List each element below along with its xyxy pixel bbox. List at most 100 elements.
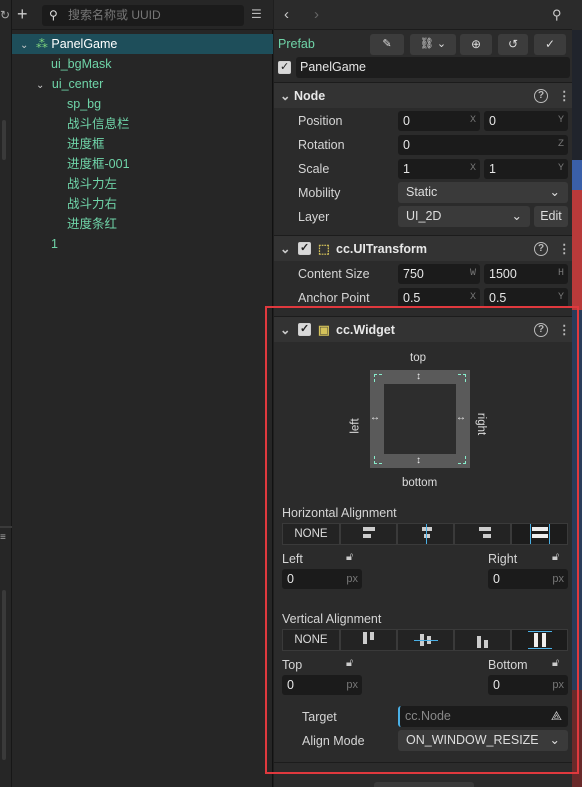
tree-item-power-right[interactable]: 战斗力右 bbox=[67, 194, 117, 214]
uitransform-enabled-checkbox[interactable]: ✓ bbox=[298, 242, 311, 255]
layer-label: Layer bbox=[298, 210, 330, 224]
edit-icon: ✎ bbox=[382, 38, 392, 50]
left-dock-strip: ↻ ≡ bbox=[0, 0, 12, 787]
content-width-field[interactable]: 750 W bbox=[398, 264, 480, 284]
tree-item-label: sp_bg bbox=[67, 97, 102, 111]
back-arrow-icon[interactable]: ‹ bbox=[284, 6, 289, 23]
tree-item-label: ui_bgMask bbox=[51, 57, 112, 71]
check-icon: ✓ bbox=[280, 61, 290, 73]
pin-icon[interactable]: ⚲ bbox=[552, 7, 562, 23]
hierarchy-toolbar: + ⚲ 搜索名称或 UUID ☰ bbox=[12, 0, 273, 30]
scene-image-part bbox=[572, 190, 582, 310]
tree-item-power-left[interactable]: 战斗力左 bbox=[67, 174, 117, 194]
anchor-y-field[interactable]: 0.5 Y bbox=[484, 288, 568, 308]
position-label: Position bbox=[298, 114, 343, 128]
prefab-locate-button[interactable]: ⊕ bbox=[460, 34, 492, 55]
content-height-value: 1500 bbox=[489, 267, 517, 281]
more-icon[interactable]: ⋮ bbox=[558, 236, 571, 262]
axis-h-label: H bbox=[557, 268, 564, 279]
divider bbox=[0, 526, 12, 528]
position-y-field[interactable]: 0Y bbox=[484, 111, 568, 131]
tree-item-ui-center[interactable]: ⌄ ui_center bbox=[36, 74, 103, 94]
scrollbar[interactable] bbox=[2, 120, 6, 160]
help-icon[interactable]: ? bbox=[534, 89, 548, 103]
tree-item-label: 进度框-001 bbox=[67, 157, 130, 171]
node-name-field[interactable]: PanelGame bbox=[296, 57, 570, 78]
more-icon[interactable]: ⋮ bbox=[558, 83, 571, 109]
uitransform-section-header[interactable]: ⌄ ✓ ⬚ cc.UITransform ? ⋮ bbox=[274, 235, 572, 261]
mobility-select[interactable]: Static ⌄ bbox=[398, 182, 568, 203]
refresh-icon[interactable]: ↻ bbox=[0, 8, 10, 22]
prefab-unlink-button[interactable]: ⛓ ⌄ bbox=[410, 34, 456, 55]
tree-item-1[interactable]: 1 bbox=[51, 234, 58, 254]
anchor-point-label: Anchor Point bbox=[298, 291, 370, 305]
rotation-z-value: 0 bbox=[403, 138, 410, 152]
menu-icon[interactable]: ≡ bbox=[0, 533, 8, 546]
hierarchy-panel: + ⚲ 搜索名称或 UUID ☰ ⌄ ⁂ PanelGame ui_bgMask… bbox=[12, 0, 273, 787]
anchor-x-field[interactable]: 0.5 X bbox=[398, 288, 480, 308]
help-icon[interactable]: ? bbox=[534, 242, 548, 256]
tree-item-label: PanelGame bbox=[51, 37, 118, 51]
tree-item-panelgame[interactable]: ⌄ ⁂ PanelGame bbox=[20, 34, 117, 54]
layer-select[interactable]: UI_2D ⌄ bbox=[398, 206, 530, 227]
node-name-value: PanelGame bbox=[300, 60, 367, 74]
mobility-label: Mobility bbox=[298, 186, 341, 200]
tree-item-progress-box[interactable]: 进度框 bbox=[67, 134, 105, 154]
scale-label: Scale bbox=[298, 162, 330, 176]
tree-item-label: ui_center bbox=[51, 77, 104, 91]
tree-item-label: 战斗力右 bbox=[67, 197, 118, 211]
content-width-value: 750 bbox=[403, 267, 424, 281]
position-x-value: 0 bbox=[403, 114, 410, 128]
axis-x-label: X bbox=[469, 163, 476, 174]
mobility-value: Static bbox=[406, 185, 438, 199]
chevron-down-icon: ⌄ bbox=[280, 242, 291, 256]
anchor-y-value: 0.5 bbox=[489, 291, 507, 305]
tree-item-battle-info[interactable]: 战斗信息栏 bbox=[67, 114, 130, 134]
rotation-z-field[interactable]: 0Z bbox=[398, 135, 568, 155]
position-y-value: 0 bbox=[489, 114, 496, 128]
search-input[interactable]: ⚲ 搜索名称或 UUID bbox=[42, 5, 244, 26]
section-title: Node bbox=[294, 89, 326, 103]
collapse-all-icon[interactable]: ☰ bbox=[251, 7, 267, 23]
scrollbar[interactable] bbox=[2, 590, 6, 760]
scale-x-value: 1 bbox=[403, 162, 410, 176]
section-title: cc.UITransform bbox=[336, 242, 428, 256]
tree-item-ui-bgmask[interactable]: ui_bgMask bbox=[51, 54, 111, 74]
chevron-down-icon[interactable]: ⌄ bbox=[20, 40, 28, 51]
transform-icon: ⬚ bbox=[318, 242, 330, 256]
revert-icon: ↺ bbox=[507, 37, 519, 51]
chevron-down-icon[interactable]: ⌄ bbox=[36, 80, 44, 91]
position-x-field[interactable]: 0X bbox=[398, 111, 480, 131]
scene-image-part bbox=[572, 160, 582, 190]
add-component-button[interactable] bbox=[374, 782, 474, 787]
node-section-header[interactable]: ⌄ Node ? ⋮ bbox=[274, 82, 572, 108]
tree-item-progress-box-001[interactable]: 进度框-001 bbox=[67, 154, 130, 174]
tree-item-sp-bg[interactable]: sp_bg bbox=[67, 94, 101, 114]
prefab-revert-button[interactable]: ↺ bbox=[498, 34, 528, 55]
forward-arrow-icon[interactable]: › bbox=[314, 6, 319, 23]
layer-edit-button[interactable]: Edit bbox=[534, 206, 568, 227]
layer-value: UI_2D bbox=[406, 209, 442, 223]
search-icon: ⚲ bbox=[49, 8, 58, 22]
highlight-box bbox=[265, 306, 579, 774]
axis-x-label: X bbox=[469, 115, 476, 126]
scale-y-value: 1 bbox=[489, 162, 496, 176]
prefab-edit-button[interactable]: ✎ bbox=[370, 34, 404, 55]
content-height-field[interactable]: 1500 H bbox=[484, 264, 568, 284]
chevron-down-icon: ⌄ bbox=[511, 209, 522, 223]
prefab-label: Prefab bbox=[278, 37, 315, 51]
tree-item-progress-red[interactable]: 进度条红 bbox=[67, 214, 117, 234]
prefab-apply-button[interactable]: ✓ bbox=[534, 34, 566, 55]
add-icon[interactable]: + bbox=[17, 3, 33, 25]
tree-item-label: 战斗信息栏 bbox=[67, 117, 130, 131]
check-icon: ✓ bbox=[300, 242, 310, 254]
node-active-checkbox[interactable]: ✓ bbox=[278, 61, 291, 74]
target-icon: ⊕ bbox=[470, 37, 482, 51]
apply-icon: ✓ bbox=[544, 37, 556, 51]
search-placeholder: 搜索名称或 UUID bbox=[68, 8, 161, 22]
chevron-down-icon: ⌄ bbox=[280, 89, 291, 103]
node-icon: ⁂ bbox=[35, 37, 48, 51]
scale-y-field[interactable]: 1Y bbox=[484, 159, 568, 179]
scale-x-field[interactable]: 1X bbox=[398, 159, 480, 179]
tree-item-label: 1 bbox=[51, 237, 58, 251]
